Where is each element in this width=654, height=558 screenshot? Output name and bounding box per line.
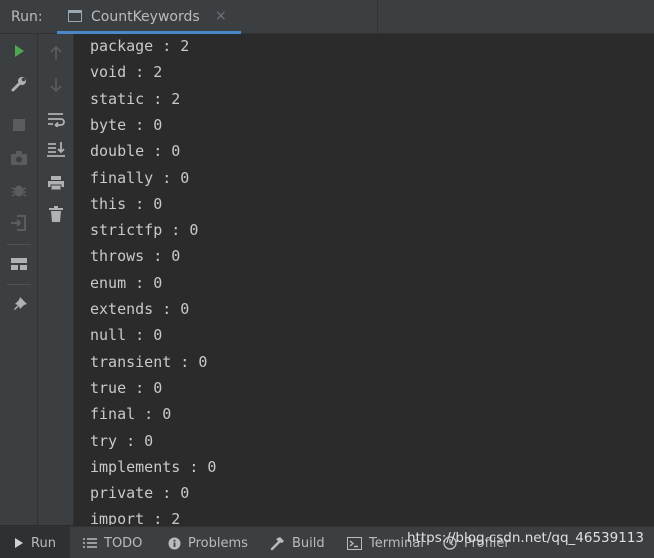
hammer-icon	[270, 536, 285, 551]
terminal-icon	[347, 536, 362, 550]
console-line: null : 0	[90, 326, 163, 345]
tab-build-label: Build	[292, 535, 325, 551]
console-line: private : 0	[90, 484, 190, 503]
console-line: try : 0	[90, 431, 154, 450]
camera-icon[interactable]	[6, 145, 32, 171]
console-line: static : 2	[90, 89, 181, 108]
console-line: throws : 0	[90, 247, 181, 266]
run-actions-toolbar	[0, 34, 38, 525]
tab-countkeywords[interactable]: CountKeywords ×	[57, 0, 241, 34]
console-line: enum : 0	[90, 273, 163, 292]
console-window-icon	[68, 10, 82, 22]
toolbar-separator	[7, 284, 31, 285]
tab-build[interactable]: Build	[270, 527, 325, 558]
watermark-text: https://blog.csdn.net/qq_46539113	[406, 530, 644, 546]
console-line: true : 0	[90, 378, 163, 397]
tab-todo[interactable]: TODO	[83, 527, 142, 558]
stop-icon[interactable]	[6, 112, 32, 138]
header-divider	[377, 0, 378, 34]
console-line: this : 0	[90, 194, 163, 213]
console-line: extends : 0	[90, 300, 190, 318]
console-line: double : 0	[90, 142, 181, 161]
console-line: byte : 0	[90, 115, 163, 134]
wrench-icon[interactable]	[6, 71, 32, 97]
tab-run-label: Run	[31, 535, 56, 551]
console-actions-toolbar	[38, 34, 74, 525]
tab-problems-label: Problems	[188, 535, 248, 551]
console-line: finally : 0	[90, 168, 190, 187]
console-line: final : 0	[90, 405, 172, 424]
close-icon[interactable]: ×	[215, 8, 227, 24]
console-line: implements : 0	[90, 457, 217, 476]
tab-problems[interactable]: Problems	[168, 527, 248, 558]
tab-todo-label: TODO	[104, 535, 143, 551]
list-icon	[83, 537, 97, 549]
soft-wrap-icon[interactable]	[43, 106, 69, 132]
console-line: void : 2	[90, 63, 163, 82]
print-icon[interactable]	[43, 170, 69, 196]
trash-icon[interactable]	[43, 201, 69, 227]
arrow-up-icon[interactable]	[43, 40, 69, 66]
console-line: transient : 0	[90, 352, 208, 371]
pin-icon[interactable]	[6, 292, 32, 318]
toolbar-separator	[7, 244, 31, 245]
bug-icon[interactable]	[6, 177, 32, 203]
arrow-down-icon[interactable]	[43, 72, 69, 98]
tab-run[interactable]: Run	[0, 527, 70, 558]
console-line: package : 2	[90, 37, 190, 55]
console-line: strictfp : 0	[90, 221, 199, 240]
exit-icon[interactable]	[6, 210, 32, 236]
console-line: import : 2	[90, 510, 181, 525]
tab-title: CountKeywords	[91, 9, 200, 25]
run-label: Run:	[11, 9, 43, 25]
info-icon	[168, 537, 181, 550]
tool-window-bar: Run TODO Problems Build Terminal Profile…	[0, 526, 654, 558]
run-tool-window-header: Run: CountKeywords ×	[0, 0, 654, 34]
play-icon[interactable]	[6, 38, 32, 64]
scroll-to-end-icon[interactable]	[43, 136, 69, 162]
console-output[interactable]: package : 2 void : 2 static : 2 byte : 0 dou…	[75, 34, 654, 525]
layout-icon[interactable]	[6, 251, 32, 277]
play-icon	[14, 537, 24, 549]
